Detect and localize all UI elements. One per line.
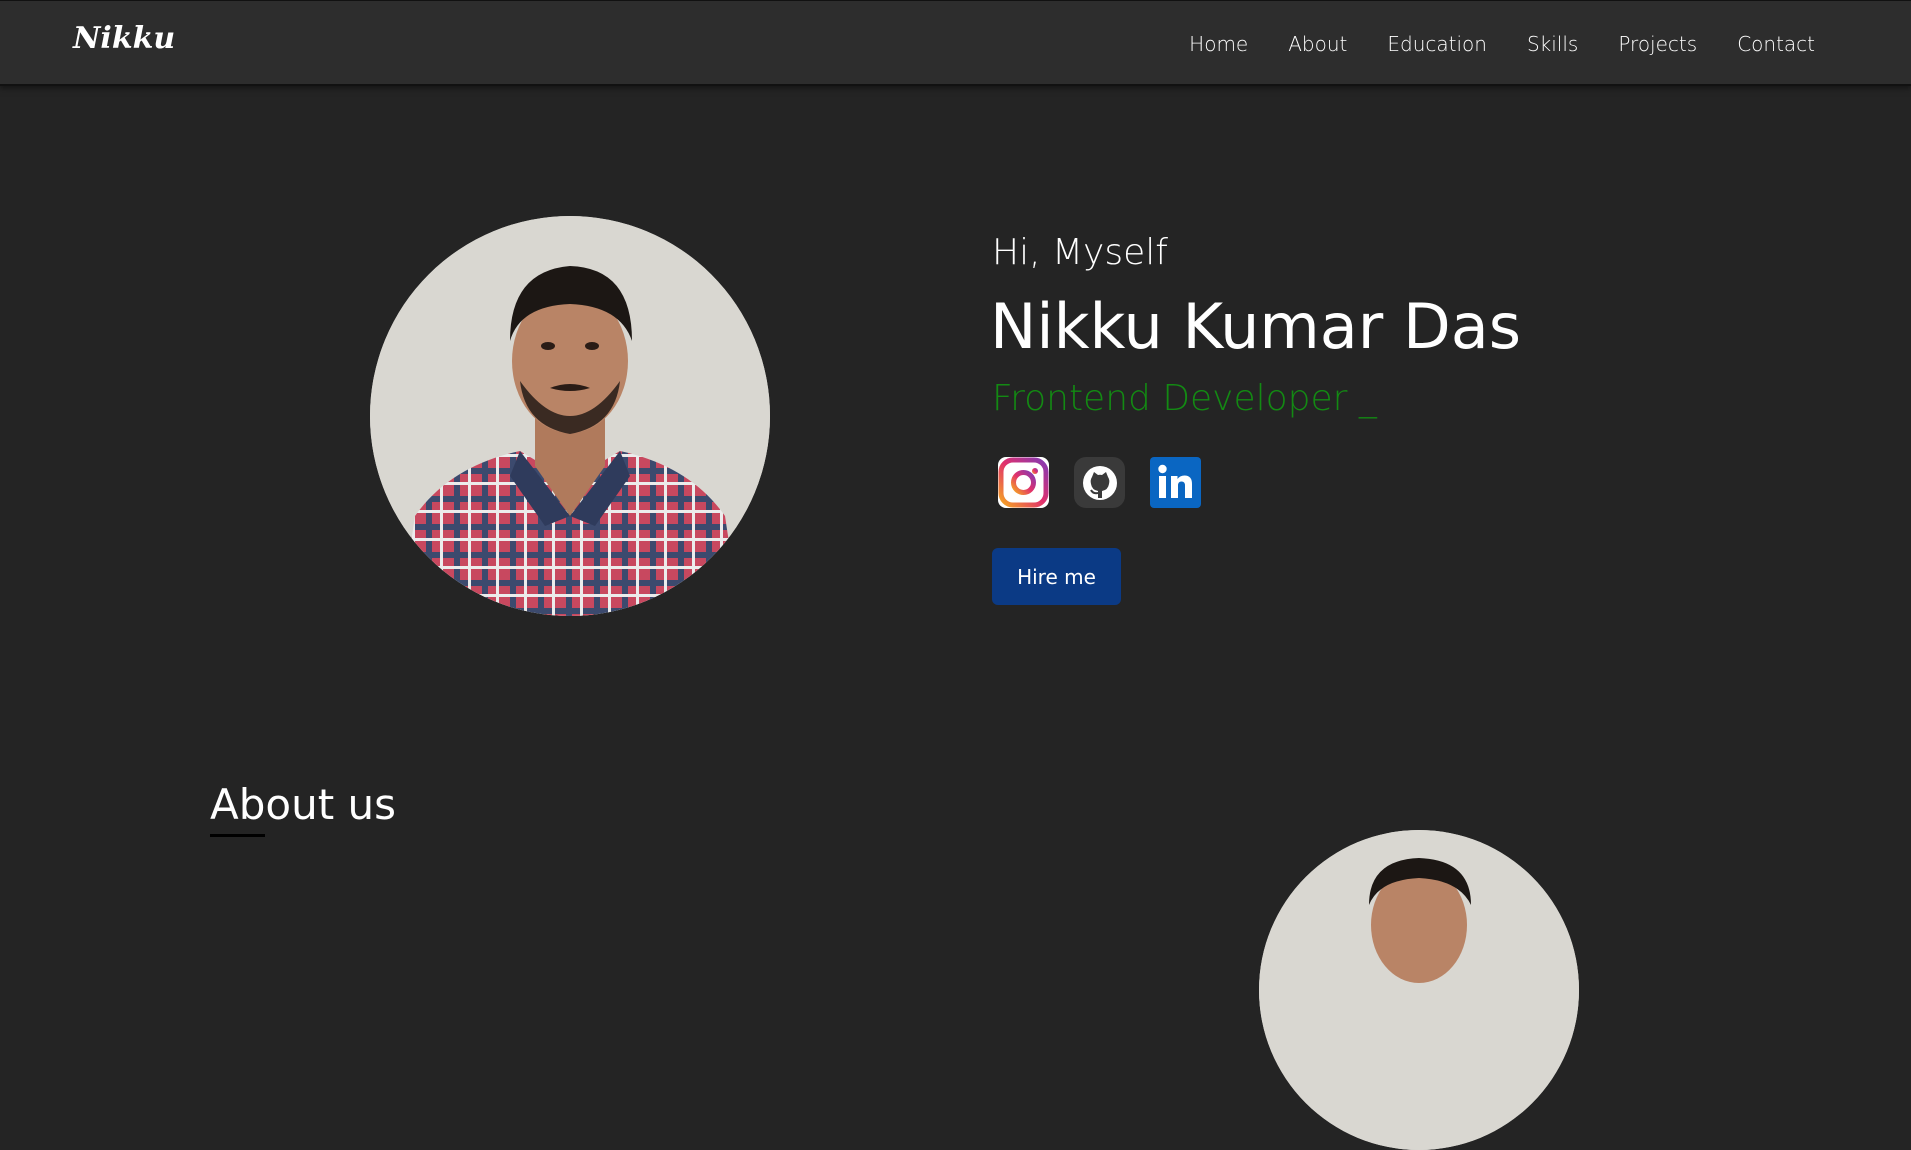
hero-greeting: Hi, Myself xyxy=(992,232,1168,273)
logo[interactable]: Nikku xyxy=(73,21,175,56)
navbar: Nikku Home About Education Skills Projec… xyxy=(0,0,1911,86)
hire-me-button[interactable]: Hire me xyxy=(992,548,1121,605)
nav-link-projects[interactable]: Projects xyxy=(1618,32,1697,56)
nav-link-home[interactable]: Home xyxy=(1189,32,1248,56)
about-heading: About us xyxy=(210,780,397,829)
hero-name: Nikku Kumar Das xyxy=(990,290,1521,363)
nav-link-about[interactable]: About xyxy=(1288,32,1347,56)
nav-links: Home About Education Skills Projects Con… xyxy=(1189,1,1815,87)
nav-link-skills[interactable]: Skills xyxy=(1527,32,1578,56)
hero-role: Frontend Developer _ xyxy=(992,378,1377,419)
profile-photo xyxy=(370,216,770,616)
about-photo xyxy=(1259,830,1579,1150)
linkedin-icon[interactable] xyxy=(1150,457,1201,508)
github-icon[interactable] xyxy=(1074,457,1125,508)
about-underline xyxy=(210,834,265,837)
nav-link-education[interactable]: Education xyxy=(1387,32,1487,56)
nav-link-contact[interactable]: Contact xyxy=(1737,32,1815,56)
instagram-icon[interactable] xyxy=(998,457,1049,508)
social-links xyxy=(998,457,1201,508)
